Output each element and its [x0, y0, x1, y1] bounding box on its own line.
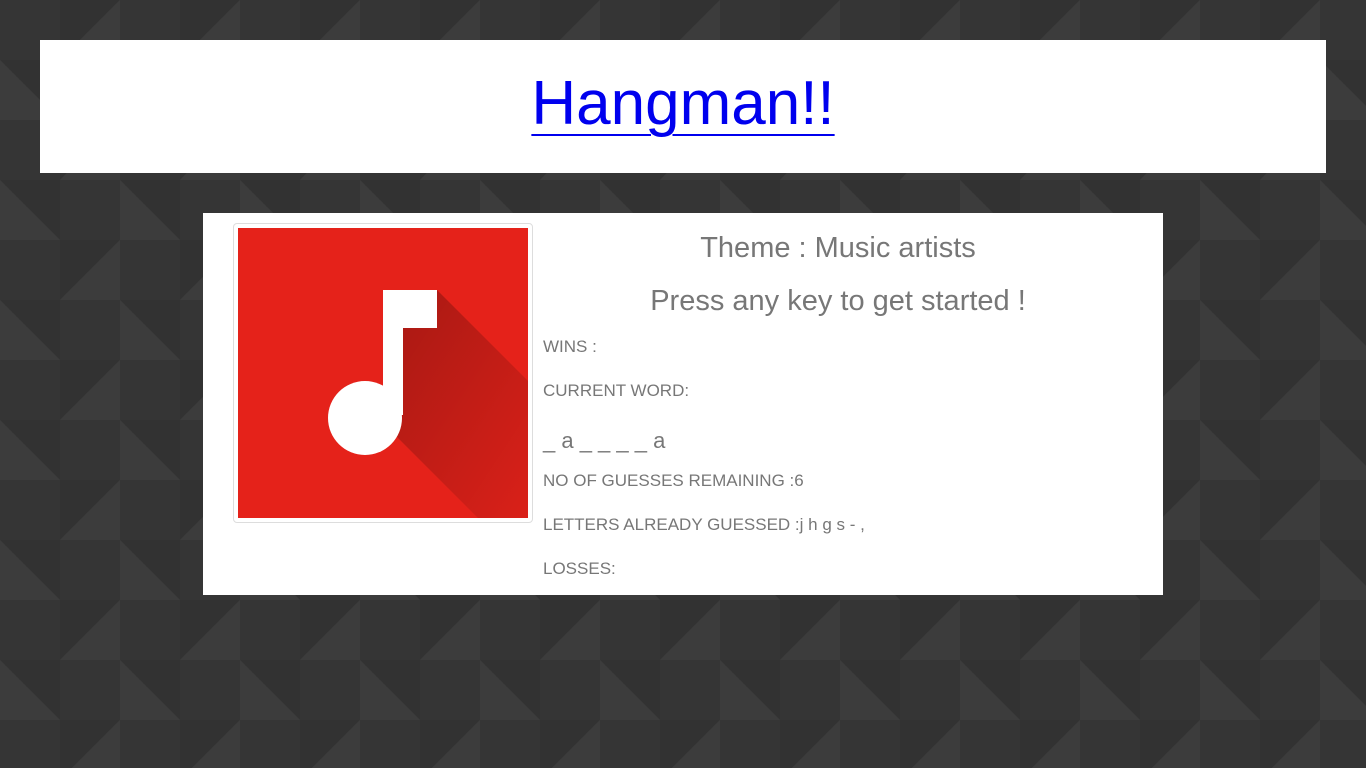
album-image-frame: [233, 223, 533, 523]
music-note-icon: [238, 228, 528, 518]
game-panel: Theme : Music artists Press any key to g…: [203, 213, 1163, 595]
start-prompt: Press any key to get started !: [650, 285, 1026, 317]
current-word: _ a _ _ _ _ a: [543, 428, 666, 453]
page-title-link[interactable]: Hangman!!: [501, 70, 864, 138]
current-word-label: CURRENT WORD:: [543, 381, 690, 400]
album-image: [238, 228, 528, 518]
losses-label: LOSSES:: [543, 559, 616, 578]
theme-label: Theme : Music artists: [700, 232, 976, 264]
letters-guessed-label: LETTERS ALREADY GUESSED :j h g s - ,: [543, 515, 865, 534]
guesses-remaining-label: NO OF GUESSES REMAINING :6: [543, 471, 804, 490]
header-banner: Hangman!!: [40, 40, 1326, 173]
wins-label: WINS :: [543, 337, 597, 356]
